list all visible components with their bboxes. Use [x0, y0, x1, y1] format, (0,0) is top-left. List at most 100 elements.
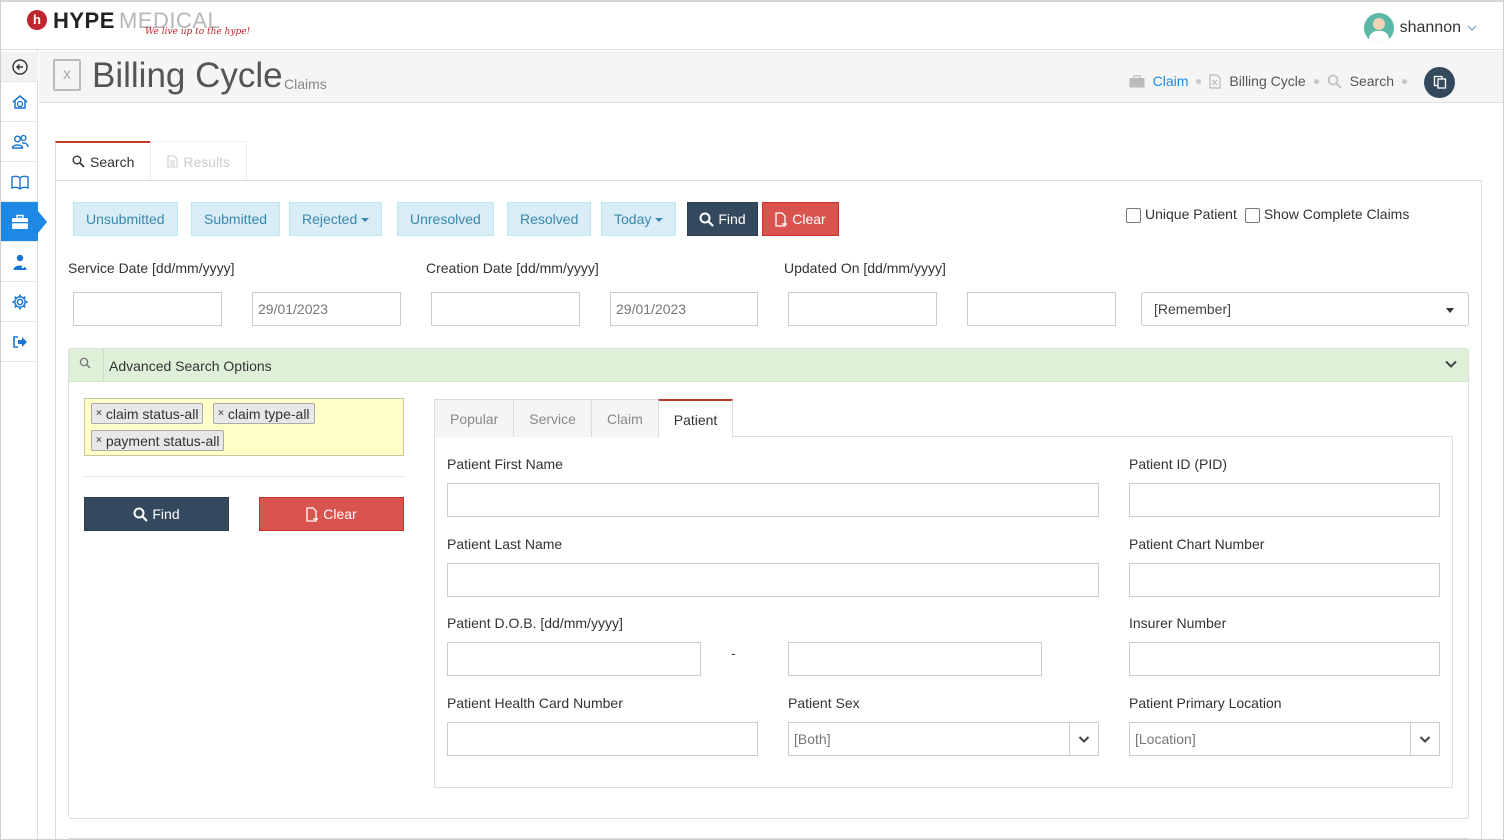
unique-patient-checkbox[interactable]: Unique Patient — [1126, 206, 1237, 223]
tab-popular[interactable]: Popular — [434, 399, 515, 437]
service-date-from-input[interactable] — [73, 292, 222, 326]
advanced-clear-button[interactable]: Clear — [259, 497, 404, 531]
patient-first-name-input[interactable] — [447, 483, 1099, 517]
top-bar: h HYPE MEDICAL We live up to the hype! s… — [1, 2, 1503, 50]
creation-date-from-input[interactable] — [431, 292, 580, 326]
find-label: Find — [718, 211, 746, 227]
unsubmitted-button[interactable]: Unsubmitted — [73, 202, 178, 236]
patient-last-name-label: Patient Last Name — [447, 536, 563, 552]
patient-id-input[interactable] — [1129, 483, 1440, 517]
chevron-down-icon[interactable] — [1069, 723, 1098, 755]
show-complete-claims-checkbox[interactable]: Show Complete Claims — [1244, 206, 1410, 223]
patient-chart-number-input[interactable] — [1129, 563, 1440, 597]
resolved-button[interactable]: Resolved — [507, 202, 592, 236]
user-doctor-icon — [12, 253, 28, 271]
patient-id-label: Patient ID (PID) — [1129, 456, 1228, 472]
breadcrumb-claim[interactable]: Claim — [1153, 73, 1189, 89]
tab-patient[interactable]: Patient — [657, 399, 734, 438]
main-tabs: Search Results — [55, 141, 248, 181]
unresolved-label: Unresolved — [410, 211, 481, 227]
close-icon[interactable]: × — [218, 408, 224, 419]
user-menu[interactable]: shannon — [1363, 13, 1477, 43]
remember-select[interactable]: [Remember] — [1141, 292, 1469, 326]
patient-sex-select[interactable]: [Both] — [788, 722, 1099, 756]
file-icon — [167, 155, 178, 168]
clear-button[interactable]: Clear — [762, 202, 839, 236]
divider — [103, 349, 104, 382]
patient-last-name-input[interactable] — [447, 563, 1099, 597]
collapse-sidebar-button[interactable] — [1, 52, 38, 82]
updated-from-input[interactable] — [788, 292, 937, 326]
filter-tag[interactable]: × claim type-all — [213, 403, 315, 424]
breadcrumb-billing-cycle[interactable]: Billing Cycle — [1229, 73, 1305, 89]
sidebar-item-patients[interactable] — [1, 122, 38, 162]
checkbox-box[interactable] — [1126, 207, 1141, 223]
filter-tag-label: payment status-all — [105, 432, 220, 449]
sidebar-item-doctors[interactable] — [1, 242, 38, 282]
primary-location-label: Patient Primary Location — [1129, 695, 1282, 711]
filter-tags-box[interactable]: × claim status-all × claim type-all × payme… — [84, 398, 404, 456]
briefcase-icon — [1129, 74, 1145, 88]
remember-value: [Remember] — [1154, 301, 1232, 317]
app-window: h HYPE MEDICAL We live up to the hype! s… — [0, 0, 1504, 840]
filter-tag[interactable]: × claim status-all — [91, 403, 204, 424]
filter-checkboxes: Unique Patient Show Complete Claims — [1126, 206, 1409, 223]
sidebar-item-billing[interactable] — [1, 202, 47, 242]
file-clear-icon — [306, 506, 319, 522]
close-icon[interactable]: × — [96, 408, 102, 419]
sidebar-item-records[interactable] — [1, 162, 38, 202]
gear-icon — [11, 293, 29, 311]
checkbox-box[interactable] — [1244, 207, 1260, 223]
patient-dob-to-input[interactable] — [788, 642, 1042, 676]
insurer-number-label: Insurer Number — [1129, 615, 1227, 631]
advanced-find-button[interactable]: Find — [84, 497, 229, 531]
find-button[interactable]: Find — [687, 202, 758, 236]
breadcrumb-search[interactable]: Search — [1350, 73, 1394, 89]
advanced-tabs: Popular Service Claim Patient — [434, 399, 734, 438]
patient-sex-label: Patient Sex — [788, 695, 860, 711]
tab-claim[interactable]: Claim — [590, 399, 659, 437]
submitted-button[interactable]: Submitted — [191, 202, 281, 236]
advanced-search-title: Advanced Search Options — [109, 358, 272, 374]
show-complete-label: Show Complete Claims — [1263, 206, 1410, 222]
service-date-to-input[interactable]: 29/01/2023 — [252, 292, 401, 326]
avatar — [1363, 13, 1394, 43]
advanced-clear-label: Clear — [323, 506, 357, 522]
logo-word-hype: HYPE — [53, 8, 115, 33]
filter-tag[interactable]: × payment status-all — [91, 430, 225, 451]
health-card-input[interactable] — [447, 722, 758, 756]
tab-results[interactable]: Results — [150, 141, 248, 181]
sidebar-item-logout[interactable] — [1, 322, 38, 362]
chevron-down-icon[interactable] — [1410, 723, 1439, 755]
breadcrumb: Claim Billing Cycle Search — [1129, 73, 1407, 89]
rejected-dropdown[interactable]: Rejected — [289, 202, 383, 236]
sidebar-item-settings[interactable] — [1, 282, 38, 322]
logo-mark: h — [27, 10, 47, 30]
copy-button[interactable] — [1424, 67, 1455, 98]
rejected-label: Rejected — [302, 211, 358, 227]
clear-label: Clear — [792, 211, 826, 227]
logo-tagline: We live up to the hype! — [145, 27, 251, 37]
sidebar-item-dashboard[interactable] — [1, 82, 38, 122]
today-dropdown[interactable]: Today — [601, 202, 677, 236]
insurer-number-input[interactable] — [1129, 642, 1440, 676]
unresolved-button[interactable]: Unresolved — [397, 202, 494, 236]
creation-date-to-input[interactable]: 29/01/2023 — [610, 292, 758, 326]
caret-down-icon — [1446, 308, 1454, 313]
tab-service[interactable]: Service — [513, 399, 592, 437]
primary-location-value: [Location] — [1135, 731, 1196, 747]
updated-to-input[interactable] — [967, 292, 1116, 326]
page-title: Billing Cycle — [92, 56, 283, 95]
today-label: Today — [614, 211, 652, 227]
close-icon[interactable]: × — [96, 435, 102, 446]
patient-chart-number-label: Patient Chart Number — [1129, 536, 1265, 552]
arrow-left-circle-icon — [11, 58, 28, 75]
chevron-down-icon[interactable] — [1444, 357, 1458, 371]
patient-dob-from-input[interactable] — [447, 642, 701, 676]
excel-file-icon — [1209, 73, 1221, 89]
search-icon — [699, 212, 715, 227]
advanced-search-header[interactable]: Advanced Search Options — [69, 349, 1468, 382]
primary-location-select[interactable]: [Location] — [1129, 722, 1440, 756]
tab-search[interactable]: Search — [55, 141, 152, 181]
service-date-label: Service Date [dd/mm/yyyy] — [68, 260, 235, 276]
